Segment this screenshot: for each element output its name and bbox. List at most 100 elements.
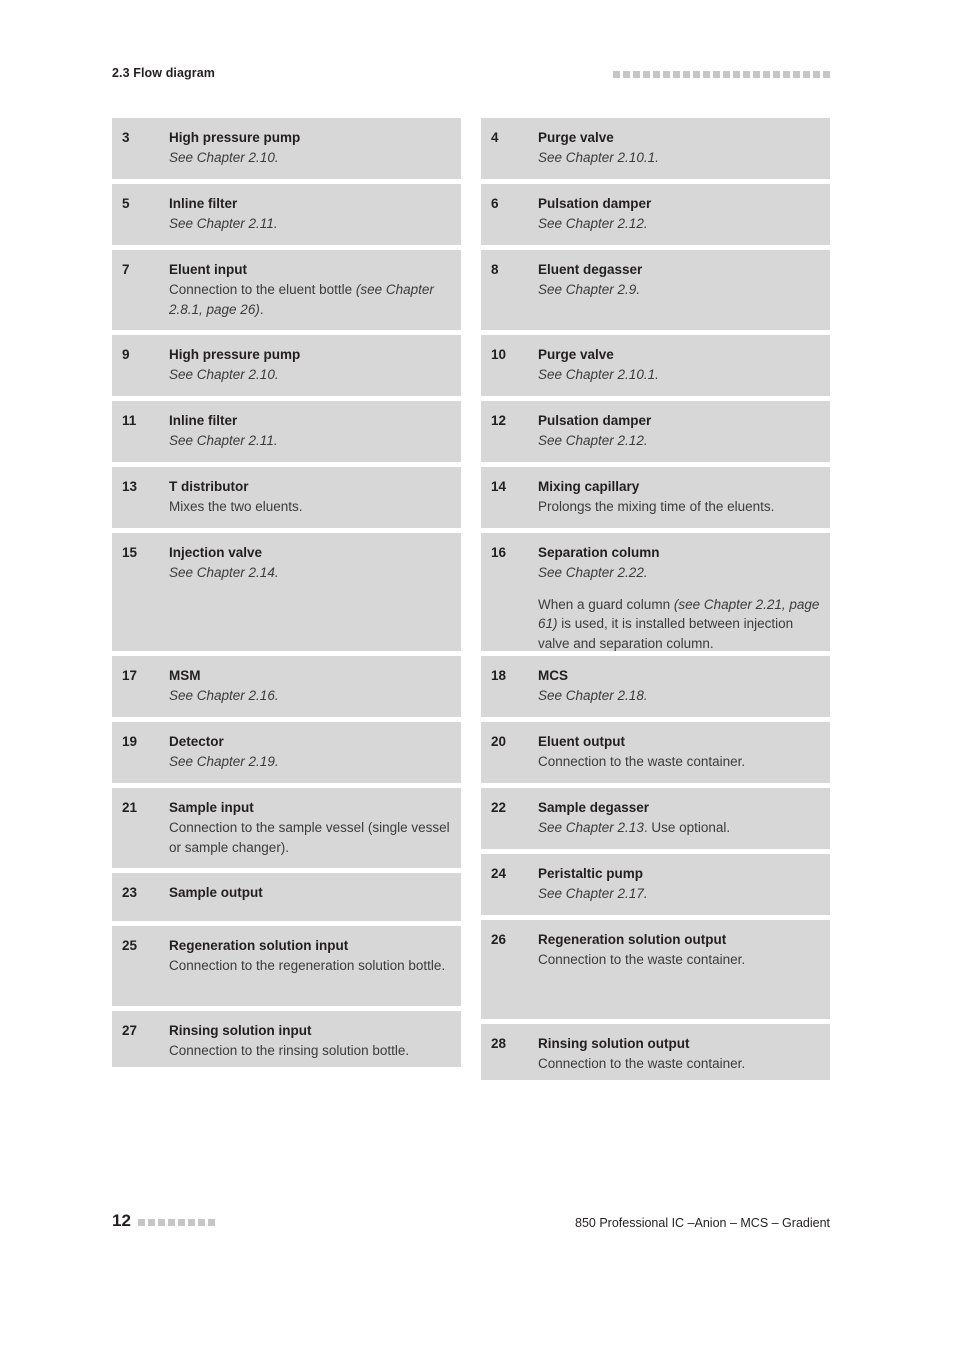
legend-entry-number: 28 bbox=[491, 1036, 507, 1051]
footer-decorative-rule bbox=[137, 1218, 215, 1226]
legend-entry-number: 10 bbox=[491, 347, 507, 362]
entry-description: Connection to the eluent bottle (see Cha… bbox=[169, 282, 434, 317]
entry-description: Connection to the sample vessel (single … bbox=[169, 820, 450, 855]
legend-entry-title: Inline filter bbox=[169, 413, 238, 428]
legend-entry-title: Separation column bbox=[538, 545, 660, 560]
legend-entry-body: Inline filter See Chapter 2.11. bbox=[169, 194, 451, 234]
legend-entry: 15 Injection valve See Chapter 2.14. bbox=[112, 533, 461, 651]
legend-entry-title: Inline filter bbox=[169, 196, 238, 211]
legend-entry: 14 Mixing capillary Prolongs the mixing ti… bbox=[481, 467, 830, 528]
legend-entry: 24 Peristaltic pump See Chapter 2.17. bbox=[481, 854, 830, 915]
legend-entry-title: Mixing capillary bbox=[538, 479, 640, 494]
legend-entry-title: Injection valve bbox=[169, 545, 263, 560]
legend-entry-number: 25 bbox=[122, 938, 138, 953]
entry-description: See Chapter 2.16. bbox=[169, 688, 279, 703]
legend-entry-number: 12 bbox=[491, 413, 507, 428]
legend-entry-title: MCS bbox=[538, 668, 568, 683]
legend-entry: 7 Eluent input Connection to the eluent bo… bbox=[112, 250, 461, 330]
entry-description: Connection to the rinsing solution bottl… bbox=[169, 1043, 410, 1058]
legend-entry: 25 Regeneration solution input Connection … bbox=[112, 926, 461, 1006]
legend-entry: 12 Pulsation damper See Chapter 2.12. bbox=[481, 401, 830, 462]
legend-entry-body: Inline filter See Chapter 2.11. bbox=[169, 411, 451, 451]
legend-entry-body: Peristaltic pump See Chapter 2.17. bbox=[538, 864, 820, 904]
legend-entry: 23 Sample output bbox=[112, 873, 461, 921]
legend-entry-body: Sample output bbox=[169, 883, 451, 910]
legend-entry: 28 Rinsing solution output Connection to t… bbox=[481, 1024, 830, 1080]
legend-entry-title: Regeneration solution input bbox=[169, 938, 349, 953]
legend-entry-number: 9 bbox=[122, 347, 130, 362]
entry-description: Connection to the waste container. bbox=[538, 1056, 746, 1071]
entry-description: See Chapter 2.10.1. bbox=[538, 367, 659, 382]
legend-column-right: 4 Purge valve See Chapter 2.10.1. 6 Pulsatio… bbox=[481, 118, 830, 1080]
legend-entry-body: Mixing capillary Prolongs the mixing time… bbox=[538, 477, 820, 517]
legend-entry-title: T distributor bbox=[169, 479, 249, 494]
legend-entry-title: Purge valve bbox=[538, 347, 614, 362]
entry-description: See Chapter 2.13. Use optional. bbox=[538, 820, 731, 835]
legend-entry-body: Regeneration solution input Connection to… bbox=[169, 936, 451, 995]
legend-entry-body: MCS See Chapter 2.18. bbox=[538, 666, 820, 706]
legend-entry-title: Eluent input bbox=[169, 262, 247, 277]
entry-description: When a guard column (see Chapter 2.21, p… bbox=[538, 596, 820, 651]
legend-entry-body: Eluent degasser See Chapter 2.9. bbox=[538, 260, 820, 319]
legend-entry: 18 MCS See Chapter 2.18. bbox=[481, 656, 830, 717]
legend-entry-number: 13 bbox=[122, 479, 138, 494]
entry-description: See Chapter 2.17. bbox=[538, 886, 648, 901]
entry-description: Connection to the waste container. bbox=[538, 754, 746, 769]
legend-entry: 8 Eluent degasser See Chapter 2.9. bbox=[481, 250, 830, 330]
legend-entry: 27 Rinsing solution input Connection to th… bbox=[112, 1011, 461, 1067]
legend-entry-body: High pressure pump See Chapter 2.10. bbox=[169, 345, 451, 385]
legend-entry: 11 Inline filter See Chapter 2.11. bbox=[112, 401, 461, 462]
legend-entry-title: High pressure pump bbox=[169, 347, 301, 362]
legend-entry: 9 High pressure pump See Chapter 2.10. bbox=[112, 335, 461, 396]
legend-entry-body: Rinsing solution output Connection to the… bbox=[538, 1034, 820, 1071]
legend-entry-body: Regeneration solution output Connection t… bbox=[538, 930, 820, 1008]
legend-entry-title: Detector bbox=[169, 734, 224, 749]
legend-entry-body: Injection valve See Chapter 2.14. bbox=[169, 543, 451, 640]
legend-entry: 13 T distributor Mixes the two eluents. bbox=[112, 467, 461, 528]
legend-entry-title: MSM bbox=[169, 668, 201, 683]
legend-entry-body: Eluent output Connection to the waste con… bbox=[538, 732, 820, 772]
legend-entry: 10 Purge valve See Chapter 2.10.1. bbox=[481, 335, 830, 396]
entry-description: See Chapter 2.12. bbox=[538, 433, 648, 448]
legend-entry-number: 16 bbox=[491, 545, 507, 560]
page-number: 12 bbox=[112, 1211, 131, 1230]
legend-entry-number: 21 bbox=[122, 800, 138, 815]
legend-entry: 3 High pressure pump See Chapter 2.10. bbox=[112, 118, 461, 179]
legend-entry-title: Sample output bbox=[169, 885, 263, 900]
entry-description: Connection to the waste container. bbox=[538, 952, 746, 967]
legend-entry-body: Sample input Connection to the sample ves… bbox=[169, 798, 451, 857]
legend-entry-title: Pulsation damper bbox=[538, 196, 652, 211]
legend-entry: 16 Separation column See Chapter 2.22. When… bbox=[481, 533, 830, 651]
legend-entry-title: Purge valve bbox=[538, 130, 614, 145]
entry-description: See Chapter 2.18. bbox=[538, 688, 648, 703]
legend-entry-number: 15 bbox=[122, 545, 138, 560]
entry-description: See Chapter 2.10.1. bbox=[538, 150, 659, 165]
entry-description: See Chapter 2.11. bbox=[169, 216, 278, 231]
legend-entry-number: 3 bbox=[122, 130, 130, 145]
legend-entry-number: 20 bbox=[491, 734, 507, 749]
entry-description: See Chapter 2.9. bbox=[538, 282, 641, 297]
page-header: 2.3 Flow diagram bbox=[112, 66, 830, 86]
legend-entry-body: Eluent input Connection to the eluent bot… bbox=[169, 260, 451, 319]
footer-left-group: 12 bbox=[112, 1212, 215, 1230]
legend-entry-body: Pulsation damper See Chapter 2.12. bbox=[538, 194, 820, 234]
legend-entry-title: High pressure pump bbox=[169, 130, 301, 145]
legend-entry-number: 11 bbox=[122, 413, 137, 428]
legend-entry-body: Purge valve See Chapter 2.10.1. bbox=[538, 345, 820, 385]
legend-entry-number: 26 bbox=[491, 932, 507, 947]
header-section-title: 2.3 Flow diagram bbox=[112, 66, 216, 80]
entry-description: See Chapter 2.10. bbox=[169, 367, 279, 382]
legend-entry: 4 Purge valve See Chapter 2.10.1. bbox=[481, 118, 830, 179]
legend-entry-number: 24 bbox=[491, 866, 507, 881]
legend-entry: 26 Regeneration solution output Connection… bbox=[481, 920, 830, 1019]
legend-entry-title: Pulsation damper bbox=[538, 413, 652, 428]
entry-description: See Chapter 2.22. bbox=[538, 565, 648, 580]
legend-entry-number: 23 bbox=[122, 885, 138, 900]
legend-entry-body: Detector See Chapter 2.19. bbox=[169, 732, 451, 772]
page-footer: 12 850 Professional IC –Anion – MCS – Gr… bbox=[112, 1212, 830, 1236]
document-page: 2.3 Flow diagram 3 High pressure pump See … bbox=[0, 0, 954, 1350]
entry-description: Prolongs the mixing time of the eluents. bbox=[538, 499, 775, 514]
entry-description: Mixes the two eluents. bbox=[169, 499, 303, 514]
legend-entry-number: 27 bbox=[122, 1023, 138, 1038]
legend-entry-title: Sample degasser bbox=[538, 800, 650, 815]
